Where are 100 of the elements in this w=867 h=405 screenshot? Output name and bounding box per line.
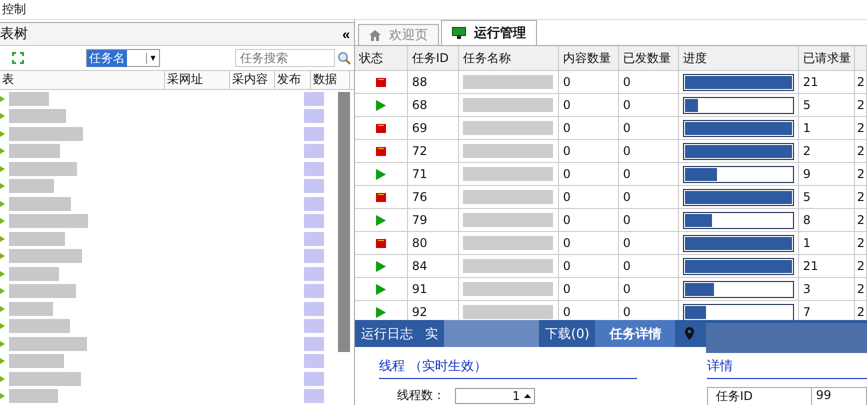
blurred-block	[304, 232, 324, 246]
blurred-block	[304, 214, 324, 228]
blurred-block	[304, 144, 324, 158]
blurred-block	[9, 109, 66, 124]
table-cell: 0	[559, 71, 619, 93]
column-header[interactable]: 已发数量	[619, 46, 679, 70]
table-cell: 0	[619, 117, 679, 139]
tree-node-icon	[0, 252, 6, 260]
column-header[interactable]: 数据	[311, 71, 350, 89]
property-value: 99	[815, 388, 832, 404]
menu-item[interactable]: 控制	[0, 1, 28, 18]
tree-node-icon	[0, 234, 6, 243]
table-cell: 21	[799, 71, 855, 93]
search-icon[interactable]	[337, 51, 351, 65]
tree-node-icon	[0, 112, 6, 120]
table-cell: 0	[619, 255, 679, 277]
tab[interactable]: 运行日志	[355, 320, 419, 347]
blurred-block	[9, 372, 81, 386]
tree-node-icon	[0, 130, 6, 138]
blurred-block	[304, 92, 324, 106]
table-cell: 2	[855, 255, 867, 277]
column-header[interactable]: 已请求量	[799, 46, 855, 70]
scrollbar[interactable]	[338, 92, 350, 352]
tree-node-icon	[0, 270, 6, 278]
table-cell: 88	[408, 71, 459, 93]
tree-node-icon	[0, 357, 6, 366]
blurred-block	[9, 92, 49, 106]
table-cell: 0	[559, 163, 619, 185]
blurred-block	[9, 232, 65, 246]
tree-node-icon	[0, 322, 6, 330]
table-cell: 2	[855, 232, 867, 254]
thread-count-spinner[interactable]: 1	[455, 388, 535, 404]
table-cell: 0	[619, 232, 679, 254]
table-cell: 0	[619, 71, 679, 93]
filter-dropdown[interactable]: 任务名 ▾	[86, 49, 160, 67]
blurred-block	[304, 284, 324, 298]
house-icon	[369, 30, 381, 40]
column-header[interactable]: 发布	[275, 71, 311, 89]
tree-node-icon	[0, 182, 6, 190]
column-header[interactable]: 采网址	[165, 71, 230, 89]
blurred-block	[304, 319, 324, 334]
table-cell: 91	[408, 278, 459, 300]
blurred-block	[9, 144, 60, 158]
blurred-block	[304, 109, 324, 124]
tree-node-icon	[0, 374, 6, 383]
table-cell: 5	[799, 186, 855, 208]
table-cell: 79	[408, 209, 459, 231]
blurred-block	[304, 354, 324, 368]
column-header[interactable]: 表	[0, 71, 165, 89]
collapse-button[interactable]: «	[338, 26, 354, 42]
property-name: 任务ID	[708, 388, 812, 405]
blurred-block	[9, 196, 71, 211]
table-cell: 1	[799, 117, 855, 139]
blurred-block	[304, 302, 324, 316]
table-cell: 0	[559, 232, 619, 254]
table-cell: 0	[619, 209, 679, 231]
tab[interactable]: 实	[419, 320, 444, 347]
table-cell: 68	[408, 94, 459, 116]
table-cell: 9	[799, 163, 855, 185]
blurred-block	[9, 354, 64, 368]
table-cell: 2	[855, 186, 867, 208]
blurred-block	[304, 336, 324, 351]
blurred-block	[9, 266, 59, 281]
column-header[interactable]: 内容数量	[559, 46, 619, 70]
table-cell: 0	[619, 186, 679, 208]
blurred-block	[9, 319, 70, 334]
column-header[interactable]: 进度	[679, 46, 799, 70]
section-title: 线程 （实时生效）	[379, 357, 637, 379]
blurred-block	[304, 372, 324, 386]
section-title: 详情	[707, 357, 867, 379]
table-cell: 2	[855, 140, 867, 162]
column-header[interactable]: 状态	[355, 46, 408, 70]
table-cell: 21	[799, 255, 855, 277]
table-cell: 0	[559, 186, 619, 208]
table-cell: 0	[559, 255, 619, 277]
column-header[interactable]: 任务名称	[459, 46, 559, 70]
expand-icon[interactable]	[11, 51, 25, 65]
tab[interactable]: 运行管理	[441, 20, 537, 45]
table-cell: 0	[559, 209, 619, 231]
column-header[interactable]: 采内容	[230, 71, 275, 89]
pin-icon[interactable]	[685, 327, 694, 340]
table-cell: 80	[408, 232, 459, 254]
blurred-block	[304, 162, 324, 176]
blurred-block	[304, 196, 324, 211]
table-cell: 2	[855, 117, 867, 139]
blurred-block	[304, 249, 324, 264]
panel-title: 表树	[0, 25, 28, 43]
tab[interactable]: 下载(0)	[539, 320, 596, 347]
tree-node-icon	[0, 340, 6, 348]
table-cell: 0	[559, 140, 619, 162]
table-cell: 0	[619, 278, 679, 300]
spin-up-icon[interactable]	[523, 392, 532, 398]
table-cell: 2	[855, 163, 867, 185]
table-cell: 2	[855, 278, 867, 300]
tree-node-icon	[0, 200, 6, 208]
tab[interactable]: 任务详情	[595, 320, 676, 347]
table-cell: 0	[619, 163, 679, 185]
search-field[interactable]: 任务搜索	[235, 49, 335, 67]
table-cell: 5	[799, 94, 855, 116]
column-header[interactable]: 任务ID	[408, 46, 459, 70]
